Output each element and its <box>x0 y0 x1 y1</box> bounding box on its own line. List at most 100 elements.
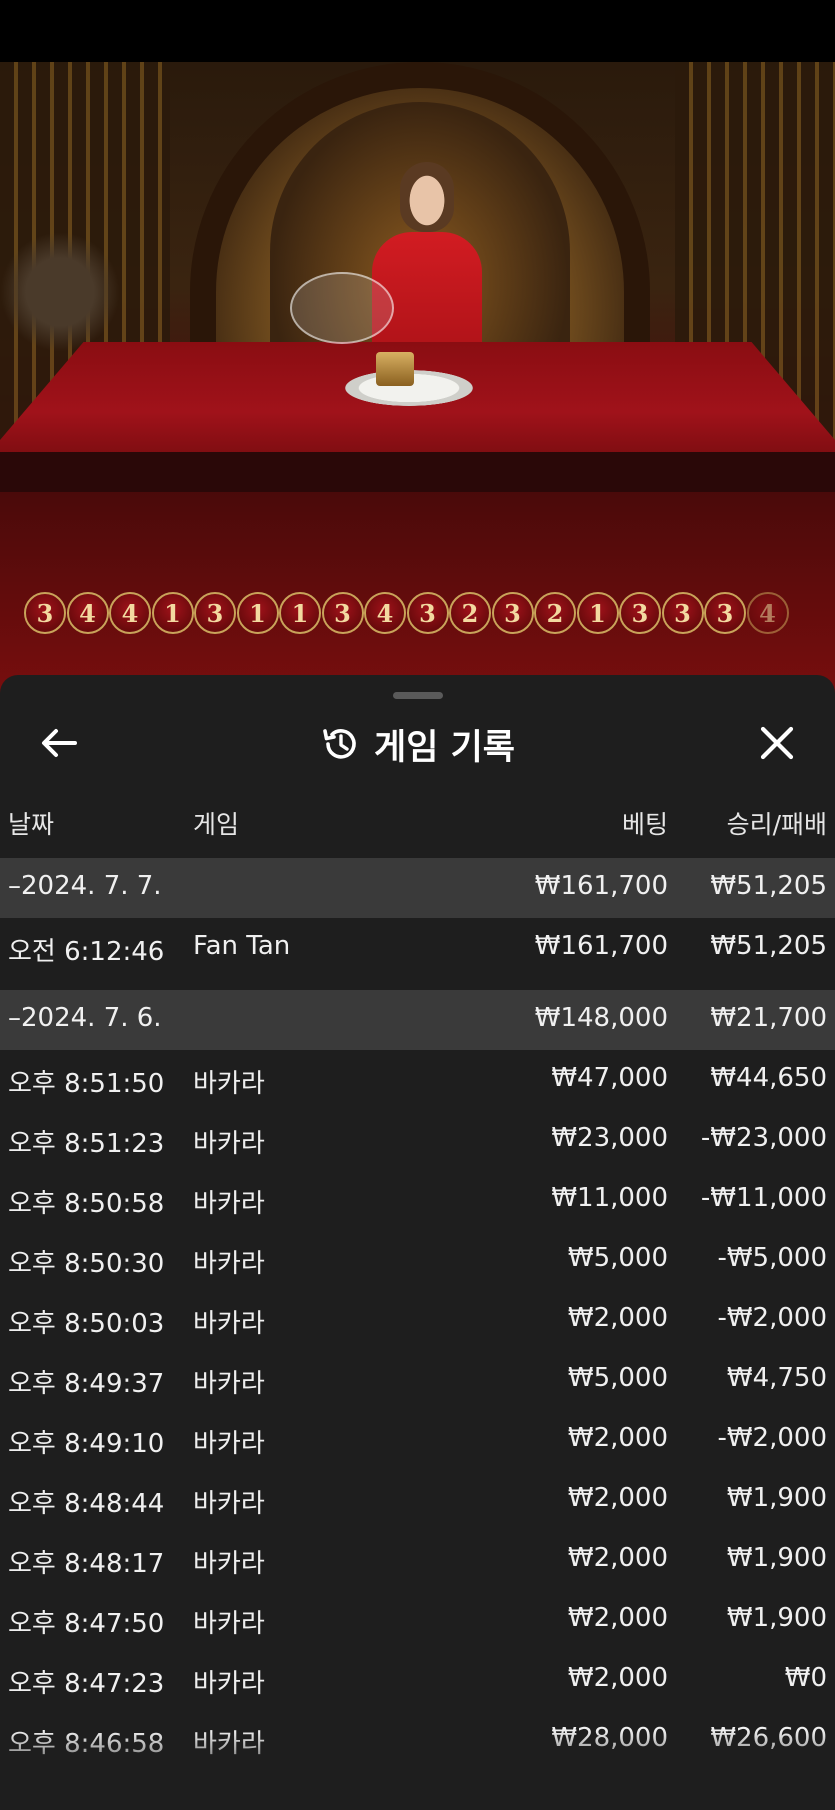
row-bet: ₩2,000 <box>567 1483 668 1513</box>
header-win-loss: 승리/패배 <box>726 810 827 839</box>
row-bet: ₩2,000 <box>567 1603 668 1633</box>
road-result: 4 <box>746 592 789 634</box>
row-bet: ₩2,000 <box>567 1663 668 1693</box>
row-win-loss: ₩51,205 <box>710 871 827 901</box>
row-date: –2024. 7. 6. <box>8 1003 162 1033</box>
row-bet: ₩28,000 <box>551 1723 668 1753</box>
table-row[interactable]: 오후 8:47:50 바카라 ₩2,000 ₩1,900 <box>0 1590 835 1650</box>
row-date: 오전 6:12:46 <box>8 937 165 967</box>
table-row[interactable]: 오후 8:49:37 바카라 ₩5,000 ₩4,750 <box>0 1350 835 1410</box>
row-date: 오후 8:51:50 <box>8 1069 165 1099</box>
row-win-loss: ₩1,900 <box>726 1543 827 1573</box>
sheet-drag-handle[interactable] <box>393 692 443 699</box>
row-win-loss: -₩23,000 <box>700 1123 827 1153</box>
road-result: 1 <box>576 592 619 634</box>
date-group-row[interactable]: –2024. 7. 6. ₩148,000 ₩21,700 <box>0 990 835 1050</box>
date-group-row[interactable]: –2024. 7. 7. ₩161,700 ₩51,205 <box>0 858 835 918</box>
row-bet: ₩2,000 <box>567 1303 668 1333</box>
header-game: 게임 <box>193 810 240 839</box>
close-icon <box>760 726 794 760</box>
sheet-header: 게임 기록 <box>0 719 835 769</box>
table-row[interactable]: 오후 8:48:44 바카라 ₩2,000 ₩1,900 <box>0 1470 835 1530</box>
row-bet: ₩47,000 <box>551 1063 668 1093</box>
table-row[interactable]: 오전 6:12:46 Fan Tan ₩161,700 ₩51,205 <box>0 918 835 978</box>
table-row[interactable]: 오후 8:47:23 바카라 ₩2,000 ₩0 <box>0 1650 835 1710</box>
close-button[interactable] <box>754 720 800 766</box>
row-date: –2024. 7. 7. <box>8 871 162 901</box>
row-win-loss: ₩26,600 <box>710 1723 827 1753</box>
glass-cover <box>290 272 394 344</box>
row-game: 바카라 <box>193 1069 265 1099</box>
status-bar <box>0 0 835 62</box>
row-bet: ₩2,000 <box>567 1423 668 1453</box>
table-row[interactable]: 오후 8:49:10 바카라 ₩2,000 -₩2,000 <box>0 1410 835 1470</box>
road-result: 3 <box>321 592 364 634</box>
road-result: 3 <box>406 592 449 634</box>
game-history-sheet: 게임 기록 날짜 게임 베팅 승리/패배 –2024. 7. 7. ₩161,70… <box>0 675 835 1810</box>
header-bet: 베팅 <box>621 810 668 839</box>
row-win-loss: -₩2,000 <box>717 1303 827 1333</box>
row-game: 바카라 <box>193 1729 265 1759</box>
row-date: 오후 8:50:03 <box>8 1309 165 1339</box>
row-bet: ₩2,000 <box>567 1543 668 1573</box>
row-bet: ₩161,700 <box>534 871 668 901</box>
row-win-loss: ₩0 <box>784 1663 827 1693</box>
row-win-loss: ₩1,900 <box>726 1603 827 1633</box>
row-game: 바카라 <box>193 1189 265 1219</box>
road-result: 3 <box>661 592 704 634</box>
row-game: 바카라 <box>193 1669 265 1699</box>
road-result: 2 <box>534 592 576 634</box>
row-bet: ₩161,700 <box>534 931 668 961</box>
row-bet: ₩5,000 <box>567 1243 668 1273</box>
road-result: 4 <box>109 592 151 634</box>
row-win-loss: -₩11,000 <box>700 1183 827 1213</box>
gold-cup <box>376 352 414 386</box>
row-win-loss: ₩44,650 <box>710 1063 827 1093</box>
road-result: 3 <box>619 592 661 634</box>
header-date: 날짜 <box>8 810 55 839</box>
row-win-loss: ₩51,205 <box>710 931 827 961</box>
row-date: 오후 8:51:23 <box>8 1129 165 1159</box>
row-win-loss: ₩1,900 <box>726 1483 827 1513</box>
table-row[interactable]: 오후 8:48:17 바카라 ₩2,000 ₩1,900 <box>0 1530 835 1590</box>
road-result: 4 <box>66 592 109 634</box>
road-result: 3 <box>491 592 534 634</box>
row-date: 오후 8:48:44 <box>8 1489 165 1519</box>
history-icon <box>323 729 356 759</box>
row-game: 바카라 <box>193 1609 265 1639</box>
row-win-loss: ₩21,700 <box>710 1003 827 1033</box>
table-row[interactable]: 오후 8:46:58 바카라 ₩28,000 ₩26,600 <box>0 1710 835 1770</box>
row-game: 바카라 <box>193 1249 265 1279</box>
table-row[interactable]: 오후 8:51:23 바카라 ₩23,000 -₩23,000 <box>0 1110 835 1170</box>
table-row[interactable]: 오후 8:50:58 바카라 ₩11,000 -₩11,000 <box>0 1170 835 1230</box>
row-date: 오후 8:48:17 <box>8 1549 165 1579</box>
row-date: 오후 8:50:30 <box>8 1249 165 1279</box>
row-game: 바카라 <box>193 1369 265 1399</box>
row-game: 바카라 <box>193 1129 265 1159</box>
road-result: 1 <box>279 592 321 634</box>
row-date: 오후 8:49:37 <box>8 1369 165 1399</box>
row-date: 오후 8:50:58 <box>8 1189 165 1219</box>
row-bet: ₩11,000 <box>551 1183 668 1213</box>
row-win-loss: -₩5,000 <box>717 1243 827 1273</box>
row-win-loss: ₩4,750 <box>726 1363 827 1393</box>
row-date: 오후 8:46:58 <box>8 1729 165 1759</box>
table-row[interactable]: 오후 8:50:30 바카라 ₩5,000 -₩5,000 <box>0 1230 835 1290</box>
dealer-head <box>400 162 454 232</box>
row-bet: ₩5,000 <box>567 1363 668 1393</box>
table-row[interactable]: 오후 8:51:50 바카라 ₩47,000 ₩44,650 <box>0 1050 835 1110</box>
bonsai-plant <box>0 232 120 352</box>
road-result: 3 <box>704 592 746 634</box>
road-result: 2 <box>449 592 491 634</box>
row-game: 바카라 <box>193 1429 265 1459</box>
road-result: 1 <box>236 592 279 634</box>
sheet-title: 게임 기록 <box>374 727 515 768</box>
row-date: 오후 8:49:10 <box>8 1429 165 1459</box>
row-game: Fan Tan <box>193 931 291 961</box>
table-row[interactable]: 오후 8:50:03 바카라 ₩2,000 -₩2,000 <box>0 1290 835 1350</box>
history-list: –2024. 7. 7. ₩161,700 ₩51,205 오전 6:12:46 Fan… <box>0 858 835 1770</box>
row-bet: ₩23,000 <box>551 1123 668 1153</box>
row-bet: ₩148,000 <box>534 1003 668 1033</box>
road-result: 3 <box>194 592 236 634</box>
road-result: 3 <box>24 592 66 634</box>
